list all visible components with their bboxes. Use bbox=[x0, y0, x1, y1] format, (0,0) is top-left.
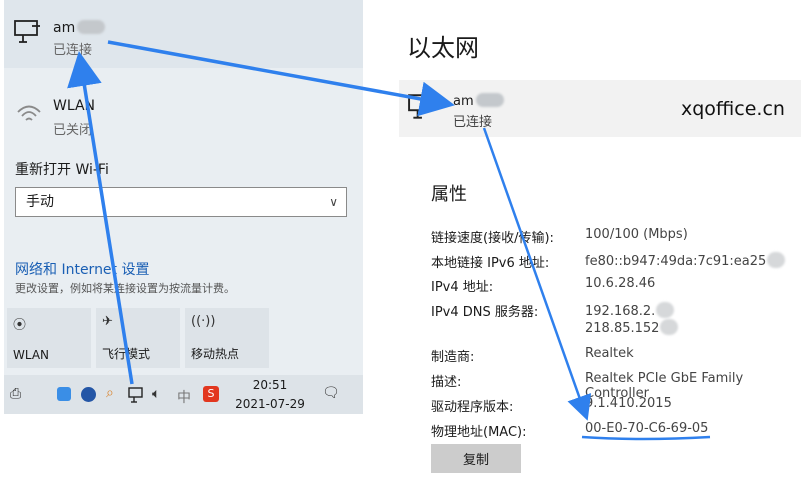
chevron-down-icon: ∨ bbox=[329, 195, 338, 209]
mac-underline bbox=[581, 435, 711, 441]
prop-label-ipv6: 本地链接 IPv6 地址: bbox=[431, 256, 550, 271]
usb-device-icon[interactable]: ⎙ bbox=[10, 386, 21, 402]
wlan-status: 已关闭 bbox=[53, 123, 93, 138]
network-settings-link[interactable]: 网络和 Internet 设置 bbox=[15, 259, 150, 279]
prop-value-dns-1: 192.168.2. bbox=[585, 302, 675, 319]
network-settings-hint: 更改设置，例如将某连接设置为按流量计费。 bbox=[15, 282, 235, 295]
hotspot-tile-label: 移动热点 bbox=[191, 347, 240, 361]
prop-value-ipv6: fe80::b947:49da:7c91:ea25 bbox=[585, 252, 786, 269]
search-tray-icon[interactable]: ⌕ bbox=[106, 385, 114, 401]
prop-label-mac: 物理地址(MAC): bbox=[431, 425, 527, 440]
app-tray-icon[interactable] bbox=[57, 387, 71, 401]
properties-heading: 属性 bbox=[431, 184, 467, 205]
page-title: 以太网 bbox=[407, 34, 479, 62]
hotspot-icon: ((·)) bbox=[191, 314, 216, 329]
redacted-blur bbox=[660, 319, 679, 335]
redacted-blur bbox=[475, 93, 504, 107]
ime-indicator-icon[interactable]: 中 bbox=[177, 387, 191, 407]
card-network-name: am bbox=[453, 93, 504, 109]
reopen-wifi-value: 手动 bbox=[26, 194, 54, 210]
volume-icon[interactable]: 🔈︎ bbox=[152, 386, 160, 402]
prop-value-ipv4: 10.6.28.46 bbox=[585, 276, 656, 291]
watermark-text: xqoffice.cn bbox=[681, 98, 785, 120]
airplane-mode-tile[interactable]: ✈ 飞行模式 bbox=[96, 308, 180, 368]
redacted-blur bbox=[767, 252, 786, 268]
redacted-blur bbox=[656, 302, 675, 318]
wifi-off-icon bbox=[17, 105, 41, 121]
prop-label-link-speed: 链接速度(接收/传输): bbox=[431, 231, 554, 246]
prop-value-dns-2: 218.85.152 bbox=[585, 319, 679, 336]
wifi-icon: ⦿ bbox=[13, 318, 27, 333]
prop-value-mac: 00-E0-70-C6-69-05 bbox=[585, 421, 709, 436]
prop-label-manufacturer: 制造商: bbox=[431, 350, 475, 365]
network-tray-icon[interactable] bbox=[128, 387, 146, 403]
wlan-toggle-tile[interactable]: ⦿ WLAN bbox=[7, 308, 91, 368]
prop-label-driver: 驱动程序版本: bbox=[431, 400, 514, 415]
action-center-icon[interactable]: 🗨︎ bbox=[322, 385, 340, 401]
airplane-icon: ✈ bbox=[102, 314, 113, 329]
browser-tray-icon[interactable] bbox=[81, 387, 96, 402]
ethernet-name: am bbox=[53, 20, 106, 36]
sogou-input-icon[interactable]: S bbox=[203, 386, 219, 402]
wlan-tile-label: WLAN bbox=[13, 348, 50, 362]
ethernet-status: 已连接 bbox=[53, 43, 93, 58]
annotation-arrow bbox=[482, 127, 592, 421]
taskbar-time[interactable]: 20:51 bbox=[236, 378, 304, 392]
prop-value-link-speed: 100/100 (Mbps) bbox=[585, 227, 688, 242]
ethernet-icon bbox=[408, 94, 436, 119]
prop-label-ipv4: IPv4 地址: bbox=[431, 280, 494, 295]
reopen-wifi-label: 重新打开 Wi-Fi bbox=[15, 162, 109, 178]
reopen-wifi-dropdown[interactable]: 手动 ∨ bbox=[15, 187, 347, 217]
prop-label-description: 描述: bbox=[431, 375, 462, 390]
copy-button[interactable]: 复制 bbox=[431, 444, 521, 473]
prop-value-driver: 9.1.410.2015 bbox=[585, 396, 672, 411]
taskbar-date[interactable]: 2021-07-29 bbox=[230, 397, 310, 411]
airplane-tile-label: 飞行模式 bbox=[102, 347, 151, 361]
mobile-hotspot-tile[interactable]: ((·)) 移动热点 bbox=[185, 308, 269, 368]
prop-value-manufacturer: Realtek bbox=[585, 346, 634, 361]
redacted-blur bbox=[77, 20, 106, 34]
wlan-name: WLAN bbox=[53, 98, 96, 114]
prop-label-dns: IPv4 DNS 服务器: bbox=[431, 305, 539, 320]
card-network-status: 已连接 bbox=[453, 115, 493, 130]
ethernet-icon bbox=[14, 20, 40, 43]
